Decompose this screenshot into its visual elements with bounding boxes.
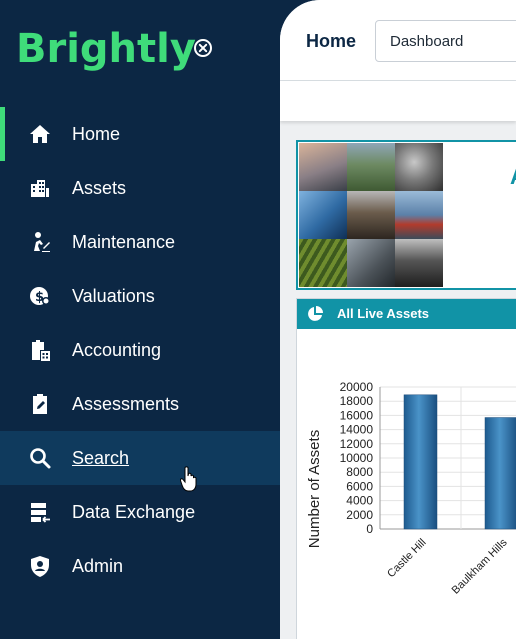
circuit-board-photo: [347, 239, 395, 287]
asset-photo-collage: [299, 143, 443, 287]
y-tick-label: 10000: [340, 451, 374, 465]
sidebar-item-admin[interactable]: Admin: [0, 539, 280, 593]
close-icon[interactable]: [193, 38, 213, 58]
sidebar-item-label: Accounting: [72, 339, 162, 360]
page-title: Home: [306, 31, 357, 51]
search-icon: [27, 445, 53, 471]
pipes-photo: [395, 143, 443, 191]
sidebar-item-label: Assets: [72, 177, 127, 198]
y-tick-label: 8000: [346, 465, 373, 479]
clipboard-pen-icon: [27, 391, 53, 417]
sidebar-item-label: Home: [72, 123, 121, 144]
y-axis-label: Number of Assets: [306, 430, 323, 548]
banner-heading: A: [510, 164, 516, 190]
y-tick-label: 0: [366, 522, 373, 536]
y-tick-label: 16000: [340, 408, 374, 422]
y-axis-ticks: 0200040006000800010000120001400016000180…: [340, 380, 374, 536]
y-tick-label: 12000: [340, 437, 374, 451]
sidebar-item-label: Search: [72, 447, 130, 468]
y-tick-label: 20000: [340, 380, 374, 394]
y-tick-label: 2000: [346, 508, 373, 522]
chart-card-title: All Live Assets: [337, 306, 430, 321]
powerline-photo: [299, 143, 347, 191]
sidebar-item-label: Data Exchange: [72, 501, 196, 522]
y-tick-label: 14000: [340, 423, 374, 437]
glass-building-photo: [299, 191, 347, 239]
sidebar-item-label: Maintenance: [72, 231, 176, 252]
sidebar-item-maintenance[interactable]: Maintenance: [0, 215, 280, 269]
sidebar-item-search[interactable]: Search: [0, 431, 280, 485]
x-axis-ticks: Castle Hill Baulkham Hills: [385, 536, 510, 596]
toolbar-strip: [280, 81, 516, 121]
y-tick-label: 4000: [346, 494, 373, 508]
railway-photo: [347, 191, 395, 239]
worker-icon: [27, 229, 53, 255]
dashboard-select-value: Dashboard: [390, 33, 464, 50]
sidebar-nav: Home Assets Maintenance $ Valuations Acc…: [0, 107, 280, 593]
sidebar-item-data-exchange[interactable]: Data Exchange: [0, 485, 280, 539]
vineyard-photo: [299, 239, 347, 287]
sidebar-item-home[interactable]: Home: [0, 107, 280, 161]
sidebar-item-assessments[interactable]: Assessments: [0, 377, 280, 431]
y-tick-label: 18000: [340, 394, 374, 408]
port-cranes-photo: [395, 191, 443, 239]
chart-card-header: All Live Assets: [297, 299, 516, 329]
shield-user-icon: [27, 553, 53, 579]
brand-name: Brightly: [16, 26, 196, 72]
data-exchange-icon: [27, 499, 53, 525]
sidebar-item-label: Admin: [72, 555, 124, 576]
dashboard-select[interactable]: Dashboard: [375, 20, 516, 62]
hand-cursor-icon: [180, 466, 197, 492]
sidebar-item-valuations[interactable]: $ Valuations: [0, 269, 280, 323]
mountain-photo: [347, 143, 395, 191]
pie-chart-icon: [308, 306, 323, 321]
sidebar-item-accounting[interactable]: Accounting: [0, 323, 280, 377]
assets-bar-chart: Number of Assets 02000400060008000100001…: [306, 380, 516, 597]
top-bar: Home Dashboard: [280, 0, 516, 81]
bar[interactable]: [484, 417, 516, 530]
x-tick-label: Baulkham Hills: [450, 536, 510, 596]
buildings-icon: [27, 175, 53, 201]
clipboard-calculator-icon: [27, 337, 53, 363]
brightly-logo[interactable]: Brightly: [16, 24, 196, 74]
welcome-banner: A: [296, 140, 516, 290]
bar[interactable]: [403, 394, 438, 530]
x-tick-label: Castle Hill: [385, 537, 428, 580]
sidebar: Brightly Home Assets Maintenance $ Valua…: [0, 0, 280, 639]
y-tick-label: 6000: [346, 479, 373, 493]
home-icon: [27, 121, 53, 147]
sidebar-item-label: Assessments: [72, 393, 180, 414]
sidebar-item-assets[interactable]: Assets: [0, 161, 280, 215]
sidebar-item-label: Valuations: [72, 285, 155, 306]
main-content: Home Dashboard A All Live Assets: [280, 0, 516, 639]
dollar-gear-icon: $: [27, 283, 53, 309]
all-live-assets-card: All Live Assets Number of Assets 0 2000 40…: [296, 298, 516, 639]
road-photo: [395, 239, 443, 287]
